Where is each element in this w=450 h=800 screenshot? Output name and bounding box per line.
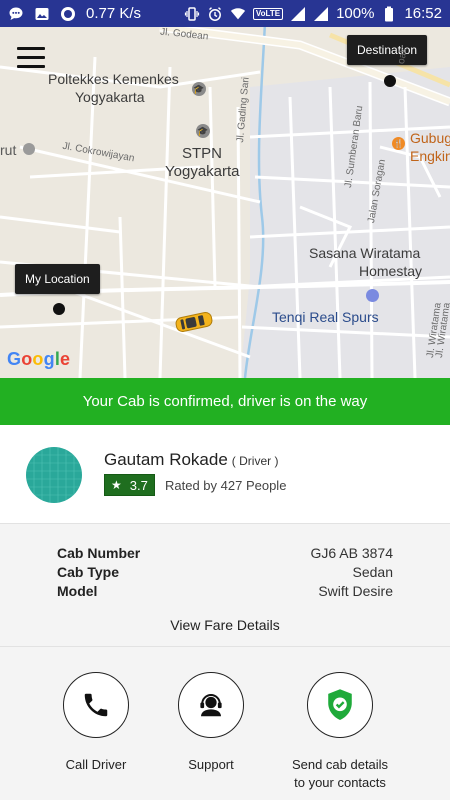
map-label-stpn-city: Yogyakarta — [165, 163, 240, 180]
map-label-gubug: Gubug — [410, 130, 450, 146]
cab-type-row: Cab Type Sedan — [57, 564, 393, 580]
battery-percent: 100% — [336, 5, 375, 22]
battery-icon — [381, 6, 397, 22]
support-label: Support — [188, 757, 234, 772]
menu-bar-2 — [17, 56, 45, 59]
driver-name-line: Gautam Rokade( Driver ) — [104, 450, 278, 470]
menu-button[interactable] — [17, 47, 45, 69]
cab-number-row: Cab Number GJ6 AB 3874 — [57, 545, 393, 561]
map-view[interactable]: Destination My Location Poltekkes Kemenk… — [0, 27, 450, 378]
cab-details: Cab Number GJ6 AB 3874 Cab Type Sedan Mo… — [0, 524, 450, 647]
hotel-icon — [366, 289, 379, 302]
send-cab-details-label: Send cab details to your contacts — [270, 756, 410, 791]
map-label-sasana-homestay: Homestay — [359, 263, 423, 279]
send-cab-details-circle[interactable] — [307, 672, 373, 738]
my-location-tag[interactable]: My Location — [15, 264, 100, 294]
driver-card: Gautam Rokade( Driver ) ★ 3.7 Rated by 4… — [0, 425, 450, 524]
google-logo: Google — [7, 349, 71, 369]
send-cab-details-button[interactable]: Send cab details to your contacts — [270, 672, 410, 791]
map-label-tenqi: Tenqi Real Spurs — [272, 309, 379, 325]
status-bar: 0.77 K/s VoLTE 100% 16:52 — [0, 0, 450, 27]
cab-type-label: Cab Type — [57, 564, 119, 580]
gallery-icon — [34, 6, 50, 22]
call-driver-circle[interactable] — [63, 672, 129, 738]
driver-name: Gautam Rokade — [104, 450, 228, 469]
confirmation-message: Your Cab is confirmed, driver is on the … — [82, 393, 368, 410]
headset-icon — [200, 694, 222, 717]
wifi-icon — [230, 6, 246, 22]
cab-type-value: Sedan — [352, 564, 393, 580]
driver-avatar — [26, 447, 82, 503]
rating-value: 3.7 — [129, 477, 148, 493]
destination-tag[interactable]: Destination — [347, 35, 428, 65]
map-label-poltekkes-city: Yogyakarta — [75, 89, 145, 105]
signal-icon-2 — [313, 6, 329, 22]
chat-icon — [8, 6, 24, 22]
map-label-rut: rut — [0, 142, 17, 158]
signal-icon — [290, 6, 306, 22]
confirmation-banner: Your Cab is confirmed, driver is on the … — [0, 378, 450, 425]
send-cab-details-line1: Send cab details — [291, 757, 389, 772]
phone-icon — [84, 693, 108, 717]
support-button[interactable]: Support — [141, 672, 281, 774]
rating-badge: ★ 3.7 — [104, 474, 155, 496]
view-fare-details-link[interactable]: View Fare Details — [0, 617, 450, 633]
cab-number-value: GJ6 AB 3874 — [310, 545, 393, 561]
action-bar: Call Driver Support Send cab details to … — [0, 648, 450, 800]
rated-by-text: Rated by 427 People — [165, 478, 287, 493]
map-label-stpn: STPN — [182, 145, 223, 162]
cab-model-row: Model Swift Desire — [57, 583, 393, 599]
map-label-poltekkes: Poltekkes Kemenkes — [48, 71, 179, 87]
alarm-icon — [207, 6, 223, 22]
my-location-pin[interactable] — [53, 303, 65, 315]
support-circle[interactable] — [178, 672, 244, 738]
star-icon: ★ — [111, 478, 122, 492]
send-cab-details-line2: to your contacts — [294, 774, 386, 790]
destination-pin[interactable] — [384, 75, 396, 87]
shield-check-icon — [328, 689, 352, 721]
menu-bar-1 — [17, 47, 45, 50]
school-icon-2: 🎓 — [196, 124, 210, 138]
network-speed: 0.77 K/s — [86, 5, 142, 22]
map-label-engkin: Engkin — [410, 148, 450, 164]
circle-app-icon — [60, 6, 76, 22]
clock: 16:52 — [404, 5, 442, 22]
vibrate-icon — [184, 6, 200, 22]
restaurant-icon: 🍴 — [392, 137, 405, 150]
driver-role: ( Driver ) — [231, 454, 279, 468]
map-label-sasana: Sasana Wiratama — [309, 245, 421, 261]
cab-model-label: Model — [57, 583, 98, 599]
volte-badge: VoLTE — [252, 7, 284, 20]
cab-car-icon — [175, 312, 213, 332]
school-icon: 🎓 — [192, 82, 206, 96]
menu-bar-3 — [17, 65, 45, 68]
poi-icon — [23, 143, 35, 155]
cab-number-label: Cab Number — [57, 545, 141, 561]
cab-model-value: Swift Desire — [318, 583, 393, 599]
